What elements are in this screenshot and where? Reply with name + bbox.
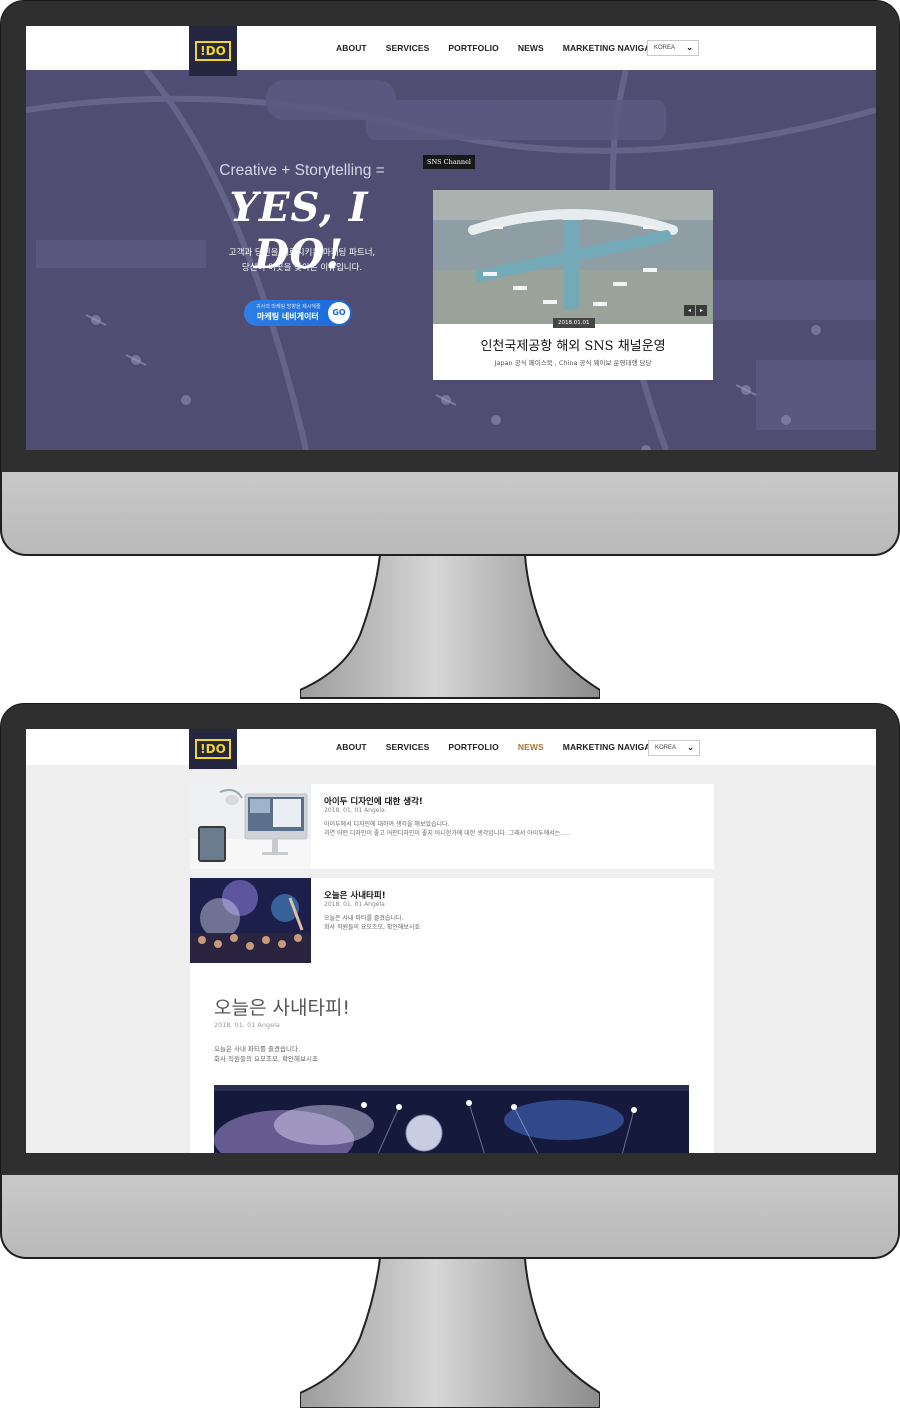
article-body-line: 오늘은 사내 파티를 즐겼습니다. — [214, 1045, 301, 1053]
nav-portfolio[interactable]: PORTFOLIO — [448, 742, 498, 752]
news-excerpt-line: 아이두에서 디자인에 대하여 생각을 해보았습니다. — [324, 821, 450, 828]
hero-tagline: Creative + Storytelling = — [219, 162, 385, 179]
prev-arrow-icon[interactable]: ◂ — [684, 305, 695, 316]
language-value: KOREA — [655, 745, 677, 751]
button-caption: 귀사의 마케팅 방향을 제시해줄 — [256, 304, 321, 310]
news-thumbnail — [190, 784, 311, 869]
nav-menu: ABOUT SERVICES PORTFOLIO NEWS MARKETING … — [336, 729, 690, 765]
article-image — [214, 1085, 689, 1153]
site-logo[interactable]: !DO — [189, 26, 237, 76]
nav-menu: ABOUT SERVICES PORTFOLIO NEWS MARKETING … — [336, 26, 690, 70]
top-nav: !DO ABOUT SERVICES PORTFOLIO NEWS MARKET… — [26, 729, 876, 769]
news-list-item[interactable]: 오늘은 사내타피! 2018. 01. 01 Angela 오늘은 사내 파티를… — [190, 878, 714, 963]
monitor-stand — [300, 555, 600, 705]
marketing-navigator-button[interactable]: 귀사의 마케팅 방향을 제시해줄 마케팅 네비게이터 GO — [244, 300, 352, 326]
nav-services[interactable]: SERVICES — [386, 43, 430, 53]
hero-description: 고객과 당신을 매료시키는 마케팅 파트너, 당신이 이곳을 찾아온 이유입니다… — [212, 246, 392, 276]
nav-news[interactable]: NEWS — [518, 43, 544, 53]
nav-portfolio[interactable]: PORTFOLIO — [448, 43, 498, 53]
site-logo[interactable]: !DO — [189, 729, 237, 769]
news-thumbnail — [190, 878, 311, 963]
article-title: 오늘은 사내타피! — [214, 997, 351, 1019]
news-excerpt-line: 과연 어떤 디자인이 좋고 어떤디자인이 좋지 아니한가에 대한 생각입니다. … — [324, 830, 570, 837]
nav-about[interactable]: ABOUT — [336, 43, 367, 53]
language-select[interactable]: KOREA ⌄ — [648, 740, 700, 756]
language-value: KOREA — [654, 45, 676, 51]
news-excerpt: 오늘은 사내 파티를 즐겼습니다. 회사 직원들의 요모조모, 확인해보시죠 — [324, 914, 420, 932]
sns-card[interactable]: 2018.01.01 ◂ ▸ 인천국제공항 해외 SNS 채널운영 Japan … — [433, 190, 713, 380]
article-detail: 오늘은 사내타피! 2018. 01. 01 Angela 오늘은 사내 파티를… — [190, 963, 714, 1153]
news-title[interactable]: 아이두 디자인에 대한 생각! — [324, 795, 423, 807]
monitor-chin — [0, 472, 900, 556]
article-body-line: 회사 직원들의 요모조모, 확인해보시죠 — [214, 1055, 318, 1063]
hero-section: Creative + Storytelling = YES, I DO! 고객과… — [26, 70, 876, 450]
news-meta: 2018. 01. 01 Angela — [324, 901, 385, 908]
news-title[interactable]: 오늘은 사내타피! — [324, 889, 386, 901]
news-list-item[interactable]: 아이두 디자인에 대한 생각! 2018. 01. 01 Angela 아이두에… — [190, 784, 714, 869]
news-excerpt-line: 오늘은 사내 파티를 즐겼습니다. — [324, 915, 404, 922]
hero-desc-line1: 고객과 당신을 매료시키는 마케팅 파트너, — [228, 248, 376, 258]
news-excerpt: 아이두에서 디자인에 대하여 생각을 해보았습니다. 과연 어떤 디자인이 좋고… — [324, 820, 570, 838]
mockup-stage: !DO ABOUT SERVICES PORTFOLIO NEWS MARKET… — [0, 0, 900, 1408]
nav-about[interactable]: ABOUT — [336, 742, 367, 752]
sns-channel-label: SNS Channel — [423, 155, 475, 169]
news-meta: 2018. 01. 01 Angela — [324, 807, 385, 814]
button-label: 마케팅 네비게이터 — [257, 312, 319, 321]
chevron-down-icon: ⌄ — [686, 43, 693, 52]
next-arrow-icon[interactable]: ▸ — [696, 305, 707, 316]
monitor-stand — [300, 1258, 600, 1408]
monitor-bottom: !DO ABOUT SERVICES PORTFOLIO NEWS MARKET… — [0, 703, 900, 1408]
nav-services[interactable]: SERVICES — [386, 742, 430, 752]
hero-desc-line2: 당신이 이곳을 찾아온 이유입니다. — [241, 263, 363, 273]
nav-news[interactable]: NEWS — [518, 742, 544, 752]
chevron-down-icon: ⌄ — [687, 743, 694, 752]
article-body: 오늘은 사내 파티를 즐겼습니다. 회사 직원들의 요모조모, 확인해보시죠 — [214, 1044, 318, 1064]
card-carousel-controls: ◂ ▸ — [684, 305, 707, 316]
article-meta: 2018. 01. 01 Angela — [214, 1021, 280, 1029]
card-date-badge: 2018.01.01 — [553, 318, 595, 328]
top-nav: !DO ABOUT SERVICES PORTFOLIO NEWS MARKET… — [26, 26, 876, 76]
monitor-chin — [0, 1175, 900, 1259]
monitor-top: !DO ABOUT SERVICES PORTFOLIO NEWS MARKET… — [0, 0, 900, 700]
card-image — [433, 190, 713, 324]
screen-news: !DO ABOUT SERVICES PORTFOLIO NEWS MARKET… — [26, 729, 876, 1153]
card-subtitle: Japan 공식 페이스북 , China 공식 웨이보 운영대행 담당 — [494, 359, 652, 367]
go-button[interactable]: GO — [328, 302, 350, 324]
card-title: 인천국제공항 해외 SNS 채널운영 — [480, 339, 666, 354]
screen-home: !DO ABOUT SERVICES PORTFOLIO NEWS MARKET… — [26, 26, 876, 450]
news-excerpt-line: 회사 직원들의 요모조모, 확인해보시죠 — [324, 924, 420, 931]
language-select[interactable]: KOREA ⌄ — [647, 40, 699, 56]
